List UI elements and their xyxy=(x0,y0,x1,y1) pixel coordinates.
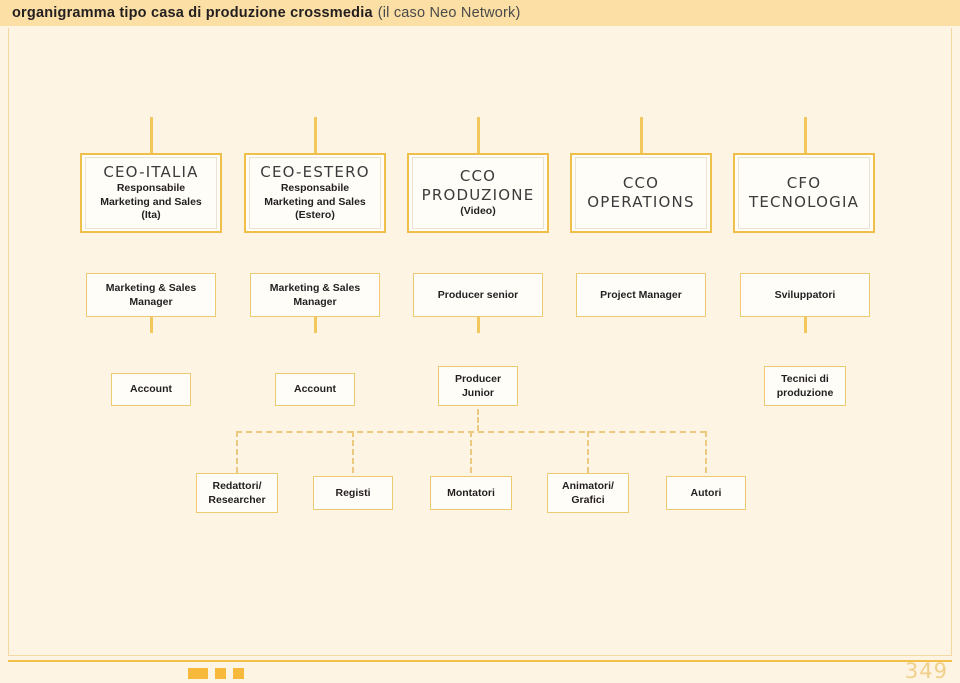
node-animatori-grafici-label: Animatori/ Grafici xyxy=(562,479,614,506)
node-cco-operations[interactable]: CCO OPERATIONS xyxy=(570,153,712,233)
footer-decoration xyxy=(188,668,251,679)
connector-dashed-to-montatori xyxy=(470,431,472,473)
node-project-manager-label: Project Manager xyxy=(600,288,682,301)
node-registi-label: Registi xyxy=(335,486,371,499)
node-marketing-sales-manager-ita[interactable]: Marketing & Sales Manager xyxy=(86,273,216,317)
node-producer-senior-label: Producer senior xyxy=(437,288,519,301)
footer-mark-wide-icon xyxy=(188,668,208,679)
node-producer-junior-label: Producer Junior xyxy=(454,372,502,399)
connector-dashed-to-animatori xyxy=(587,431,589,473)
node-cfo-tecnologia-inner: CFO TECNOLOGIA xyxy=(738,157,870,229)
node-producer-senior[interactable]: Producer senior xyxy=(413,273,543,317)
node-marketing-sales-manager-estero-label: Marketing & Sales Manager xyxy=(269,281,361,308)
node-sviluppatori[interactable]: Sviluppatori xyxy=(740,273,870,317)
node-ceo-italia[interactable]: CEO-ITALIA Responsabile Marketing and Sa… xyxy=(80,153,222,233)
node-sviluppatori-label: Sviluppatori xyxy=(774,288,836,301)
page-subtitle: (il caso Neo Network) xyxy=(377,5,521,21)
node-redattori-researcher[interactable]: Redattori/ Researcher xyxy=(196,473,278,513)
connector-dashed-to-autori xyxy=(705,431,707,473)
node-montatori-label: Montatori xyxy=(447,486,495,499)
footer-rule xyxy=(8,660,952,662)
node-registi[interactable]: Registi xyxy=(313,476,393,510)
connector-dashed-to-registi xyxy=(352,431,354,473)
node-account-estero[interactable]: Account xyxy=(275,373,355,406)
footer-mark-square-two-icon xyxy=(233,668,244,679)
node-tecnici-di-produzione[interactable]: Tecnici di produzione xyxy=(764,366,846,406)
node-cco-produzione-title: CCO PRODUZIONE xyxy=(421,167,535,205)
node-cco-produzione[interactable]: CCO PRODUZIONE (Video) xyxy=(407,153,549,233)
node-account-ita-label: Account xyxy=(130,383,172,396)
node-marketing-sales-manager-ita-label: Marketing & Sales Manager xyxy=(105,281,197,308)
node-marketing-sales-manager-estero[interactable]: Marketing & Sales Manager xyxy=(250,273,380,317)
connector-dashed-to-redattori xyxy=(236,431,238,473)
node-cco-operations-inner: CCO OPERATIONS xyxy=(575,157,707,229)
node-animatori-grafici[interactable]: Animatori/ Grafici xyxy=(547,473,629,513)
node-ceo-estero-inner: CEO-ESTERO Responsabile Marketing and Sa… xyxy=(249,157,381,229)
node-ceo-italia-inner: CEO-ITALIA Responsabile Marketing and Sa… xyxy=(85,157,217,229)
node-ceo-estero-title: CEO-ESTERO xyxy=(260,163,370,182)
node-cfo-tecnologia-title: CFO TECNOLOGIA xyxy=(748,174,860,211)
node-autori[interactable]: Autori xyxy=(666,476,746,510)
node-montatori[interactable]: Montatori xyxy=(430,476,512,510)
page-title: organigramma tipo casa di produzione cro… xyxy=(12,5,373,21)
node-cco-produzione-subtitle: (Video) xyxy=(460,204,496,217)
page-header: organigramma tipo casa di produzione cro… xyxy=(0,0,960,26)
node-ceo-estero-subtitle: Responsabile Marketing and Sales (Estero… xyxy=(264,181,366,222)
node-redattori-researcher-label: Redattori/ Researcher xyxy=(208,479,266,506)
node-cco-operations-title: CCO OPERATIONS xyxy=(587,174,695,211)
page-root: organigramma tipo casa di produzione cro… xyxy=(0,0,960,683)
footer-mark-square-one-icon xyxy=(215,668,226,679)
node-ceo-italia-title: CEO-ITALIA xyxy=(103,163,199,182)
page-number: 349 xyxy=(904,659,948,683)
node-autori-label: Autori xyxy=(690,486,722,499)
node-cfo-tecnologia[interactable]: CFO TECNOLOGIA xyxy=(733,153,875,233)
node-producer-junior[interactable]: Producer Junior xyxy=(438,366,518,406)
node-account-estero-label: Account xyxy=(294,383,336,396)
connector-producer-junior-dashed-drop xyxy=(477,409,479,431)
node-tecnici-di-produzione-label: Tecnici di produzione xyxy=(776,372,834,399)
node-cco-produzione-inner: CCO PRODUZIONE (Video) xyxy=(412,157,544,229)
node-project-manager[interactable]: Project Manager xyxy=(576,273,706,317)
org-chart: CEO-ITALIA Responsabile Marketing and Sa… xyxy=(0,28,960,628)
page-frame-bottom-rule xyxy=(8,655,952,656)
node-ceo-italia-subtitle: Responsabile Marketing and Sales (Ita) xyxy=(100,181,202,222)
node-ceo-estero[interactable]: CEO-ESTERO Responsabile Marketing and Sa… xyxy=(244,153,386,233)
node-account-ita[interactable]: Account xyxy=(111,373,191,406)
